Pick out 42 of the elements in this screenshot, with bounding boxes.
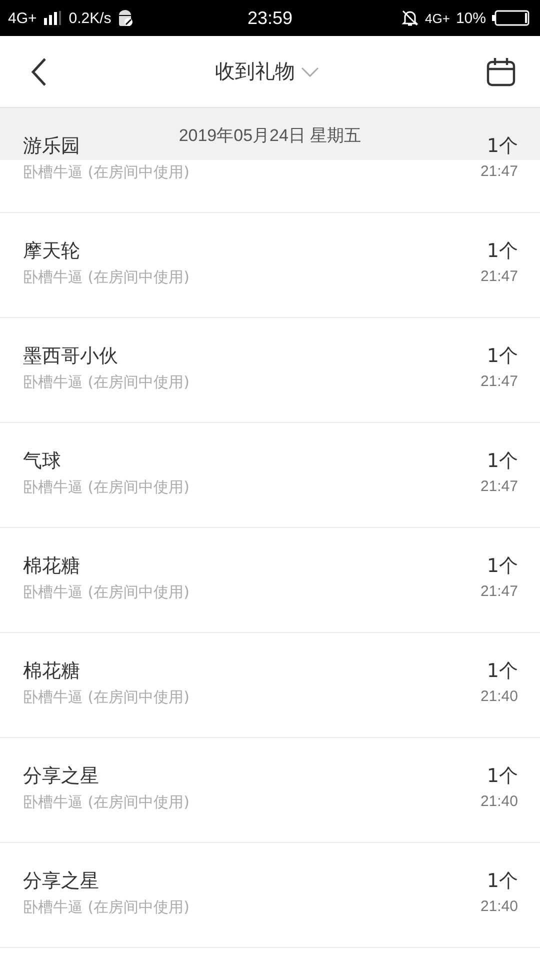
gift-note: 卧槽牛逼 (在房间中使用) [23,162,190,183]
back-icon[interactable] [30,56,48,86]
gift-note: 卧槽牛逼 (在房间中使用) [23,477,190,498]
gift-count: 1个 [486,659,518,684]
gift-time: 21:47 [480,477,518,497]
bell-off-icon [401,9,420,27]
clock: 23:59 [247,8,293,28]
gift-time: 21:47 [480,162,518,182]
signal-icon [42,11,63,25]
network-type: 4G+ [8,10,37,26]
gift-name: 分享之星 [23,869,100,894]
network-speed: 0.2K/s [68,10,112,26]
gift-time: 21:40 [480,792,518,812]
gift-count: 1个 [486,134,518,159]
gift-time: 21:40 [480,897,518,917]
gift-count: 1个 [486,764,518,789]
gift-note: 卧槽牛逼 (在房间中使用) [23,372,190,393]
gift-name: 棉花糖 [23,659,81,684]
gift-count: 1个 [486,869,518,894]
gift-name: 棉花糖 [23,554,81,579]
gift-note: 卧槽牛逼 (在房间中使用) [23,897,190,918]
gift-note: 卧槽牛逼 (在房间中使用) [23,582,190,603]
gift-note: 卧槽牛逼 (在房间中使用) [23,792,190,813]
gift-name: 摩天轮 [23,239,81,264]
gift-count: 1个 [486,344,518,369]
gift-name: 墨西哥小伙 [23,344,119,369]
gift-count: 1个 [486,239,518,264]
page-title[interactable]: 收到礼物 [215,58,295,85]
gift-time: 21:47 [480,372,518,392]
network-type: 4G+ [425,10,450,26]
gift-time: 21:40 [480,687,518,707]
gift-count: 1个 [486,554,518,579]
gift-name: 气球 [23,449,62,474]
gift-name: 分享之星 [23,764,100,789]
battery-percent: 10% [456,10,486,26]
gift-time: 21:47 [480,267,518,287]
battery-icon [492,10,530,26]
gift-time: 21:47 [480,582,518,602]
calendar-icon[interactable] [486,56,516,86]
gift-note: 卧槽牛逼 (在房间中使用) [23,267,190,288]
gift-note: 卧槽牛逼 (在房间中使用) [23,687,190,708]
gift-count: 1个 [486,449,518,474]
